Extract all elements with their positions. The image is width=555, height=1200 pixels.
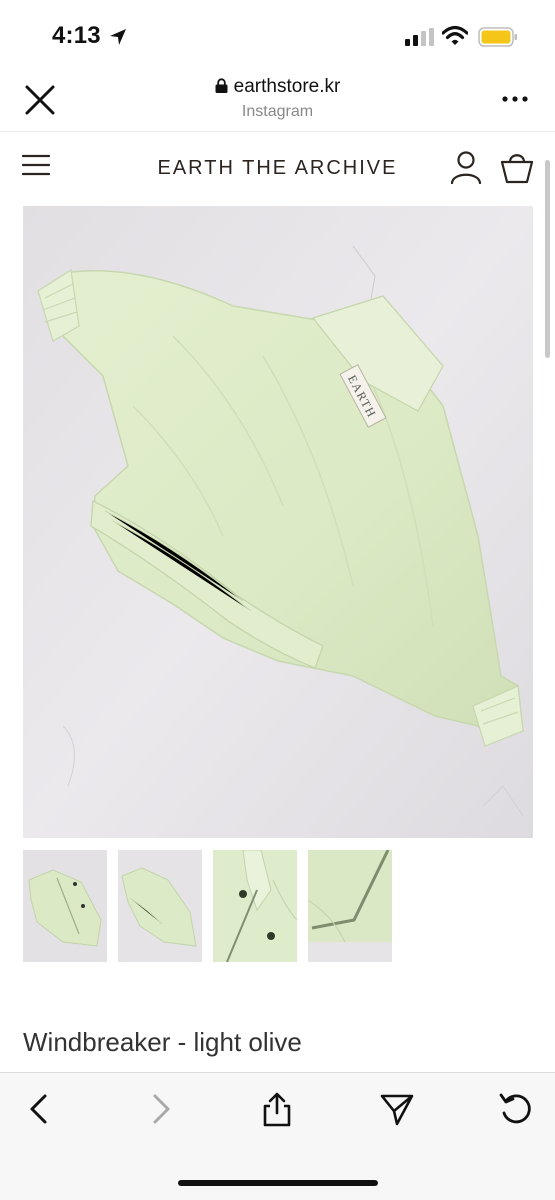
thumbnail-2[interactable]	[118, 850, 202, 962]
thumbnail-3[interactable]	[213, 850, 297, 962]
cellular-signal-icon	[405, 28, 434, 46]
site-header: EARTH THE ARCHIVE	[0, 132, 555, 204]
wifi-icon	[442, 25, 468, 45]
url-display: earthstore.kr Instagram	[0, 76, 555, 121]
status-bar: 4:13	[0, 0, 555, 70]
product-title: Windbreaker - light olive	[23, 1027, 302, 1057]
source-label: Instagram	[241, 103, 314, 120]
in-app-browser-header: earthstore.kr Instagram	[0, 70, 555, 132]
reload-icon[interactable]	[498, 1091, 534, 1127]
status-time: 4:13	[52, 22, 101, 49]
account-icon[interactable]	[450, 150, 482, 184]
url-domain: earthstore.kr	[233, 76, 341, 97]
location-arrow-icon	[110, 29, 126, 45]
share-icon[interactable]	[259, 1091, 295, 1127]
thumbnail-4[interactable]	[308, 850, 392, 962]
product-main-image[interactable]: EARTH	[23, 206, 533, 838]
thumbnail-1[interactable]	[23, 850, 107, 962]
windbreaker-photo: EARTH	[23, 206, 533, 838]
back-icon[interactable]	[22, 1091, 58, 1127]
battery-icon	[478, 27, 517, 47]
page-scrollbar[interactable]	[545, 160, 550, 358]
lock-icon	[215, 78, 228, 93]
home-indicator	[178, 1180, 378, 1186]
shopping-bag-icon[interactable]	[500, 150, 534, 184]
send-icon[interactable]	[379, 1091, 415, 1127]
forward-icon[interactable]	[142, 1091, 178, 1127]
more-options-icon[interactable]	[500, 94, 530, 104]
